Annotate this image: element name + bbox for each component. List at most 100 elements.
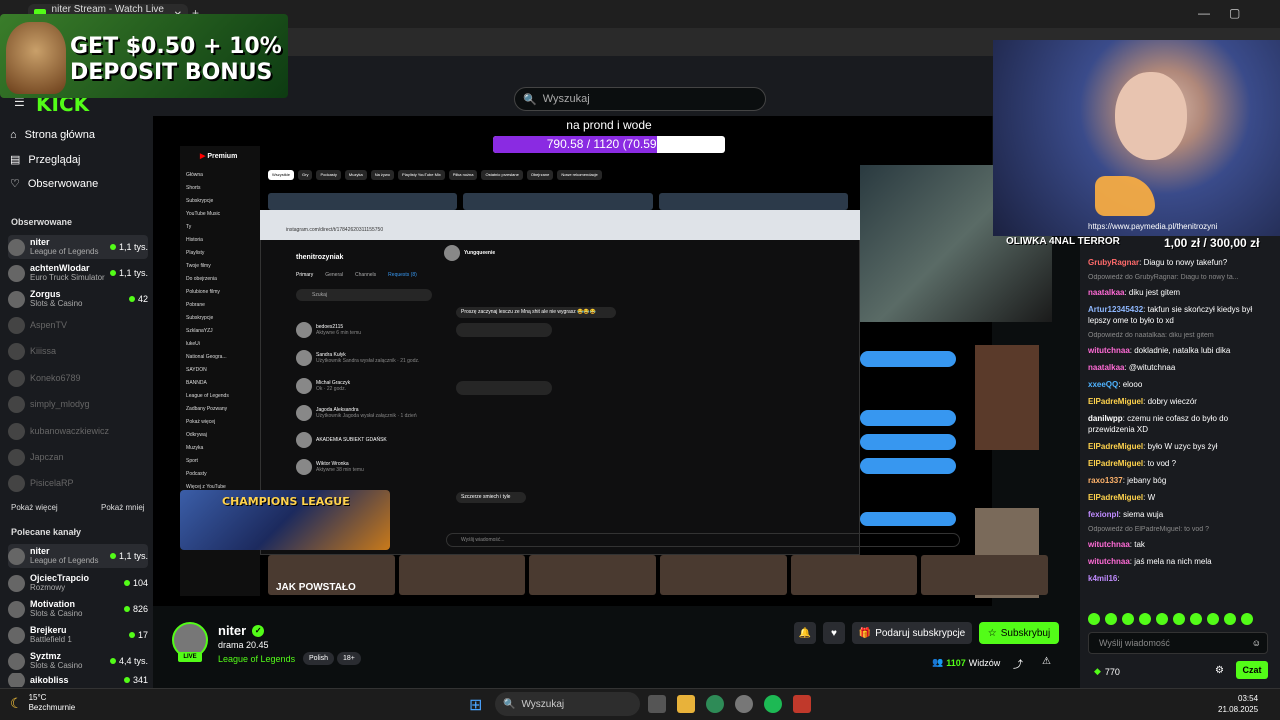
instagram-chat-item[interactable]: bedoes2115 Aktywne 6 min temu xyxy=(296,322,361,338)
youtube-sidebar-item[interactable]: SzklanaYZJ xyxy=(186,328,256,338)
streamer-name[interactable]: niter xyxy=(218,623,246,638)
minimize-icon[interactable]: — xyxy=(1198,6,1210,20)
youtube-sidebar-item[interactable]: Historia xyxy=(186,237,256,247)
chat-username[interactable]: Artur12345432 xyxy=(1088,305,1143,314)
youtube-chip[interactable]: Ostatnio przesłane xyxy=(481,170,523,180)
recommended-channel[interactable]: Brejkeru Battlefield 1 17 xyxy=(8,623,148,647)
youtube-sidebar-item[interactable]: Subskrypcje xyxy=(186,198,256,208)
chat-input[interactable]: Wyślij wiadomość ☺ xyxy=(1088,632,1268,654)
chat-username[interactable]: GrubyRagnar xyxy=(1088,258,1139,267)
nav-following[interactable]: ♡ Obserwowane xyxy=(10,177,98,191)
emoji-icon[interactable]: ☺ xyxy=(1252,638,1261,648)
video-thumbnail[interactable] xyxy=(790,555,918,595)
followed-channel[interactable]: achtenWlodar Euro Truck Simulator 1,1 tys… xyxy=(8,261,148,285)
show-more-link[interactable]: Pokaż więcej xyxy=(11,503,58,512)
weather-widget[interactable]: ☾ 15°C Bezchmurnie xyxy=(10,693,75,713)
emote-icon[interactable] xyxy=(1207,613,1219,625)
youtube-sidebar-item[interactable]: Twoje filmy xyxy=(186,263,256,273)
file-explorer-icon[interactable] xyxy=(677,695,695,713)
emote-icon[interactable] xyxy=(1122,613,1134,625)
chat-username[interactable]: raxo1337 xyxy=(1088,476,1123,485)
followed-channel-offline[interactable]: PisicelaRP xyxy=(8,471,148,495)
chat-username[interactable]: witutchnaa xyxy=(1088,346,1130,355)
youtube-sidebar-item[interactable]: Playlisty xyxy=(186,250,256,260)
followed-channel[interactable]: niter League of Legends 1,1 tys. xyxy=(8,235,148,259)
youtube-chip[interactable]: Nowe rekomendacje xyxy=(557,170,602,180)
share-icon[interactable]: ⤴ xyxy=(1013,656,1023,671)
youtube-sidebar-item[interactable]: Pobrane xyxy=(186,302,256,312)
channel-points[interactable]: ◆ 770 xyxy=(1094,666,1120,677)
youtube-sidebar-item[interactable]: Sport xyxy=(186,458,256,468)
stream-category[interactable]: League of Legends xyxy=(218,654,295,664)
youtube-sidebar-item[interactable]: Polubione filmy xyxy=(186,289,256,299)
voice-message[interactable] xyxy=(456,381,552,395)
instagram-message-input[interactable]: Wyślij wiadomość... xyxy=(446,533,960,547)
youtube-sidebar-item[interactable]: SAYDON xyxy=(186,367,256,377)
maximize-icon[interactable]: ▢ xyxy=(1229,6,1240,20)
recommended-channel[interactable]: Motivation Slots & Casino 826 xyxy=(8,597,148,621)
youtube-sidebar-item[interactable]: Muzyka xyxy=(186,445,256,455)
emote-icon[interactable] xyxy=(1156,613,1168,625)
recommended-channel[interactable]: OjciecTrapcio Rozmowy 104 xyxy=(8,571,148,595)
youtube-sidebar-item[interactable]: Do obejrzenia xyxy=(186,276,256,286)
voice-message-sent[interactable] xyxy=(860,410,956,426)
chat-username[interactable]: danilwpp xyxy=(1088,414,1123,423)
nav-home[interactable]: ⌂ Strona główna xyxy=(10,129,95,141)
tag-polish[interactable]: Polish xyxy=(303,652,335,665)
promo-banner[interactable]: GET $0.50 + 10% DEPOSIT BONUS xyxy=(0,14,288,98)
voice-message[interactable] xyxy=(456,323,552,337)
emote-icon[interactable] xyxy=(1139,613,1151,625)
video-thumbnail[interactable] xyxy=(921,555,1049,595)
voice-message-sent[interactable] xyxy=(860,351,956,367)
emote-icon[interactable] xyxy=(1173,613,1185,625)
youtube-chip[interactable]: Na żywo xyxy=(370,170,395,180)
steam-icon[interactable] xyxy=(735,695,753,713)
youtube-sidebar-item[interactable]: Zadbany Pozwany xyxy=(186,406,256,416)
instagram-search[interactable]: Szukaj xyxy=(296,289,432,301)
emote-icon[interactable] xyxy=(1088,613,1100,625)
chat-username[interactable]: naatalkaa xyxy=(1088,363,1124,372)
notification-bell-icon[interactable]: 🔔 xyxy=(794,622,816,644)
instagram-chat-item[interactable]: Wiktor Wronka Aktywne 38 min temu xyxy=(296,459,364,475)
video-thumbnail[interactable] xyxy=(660,555,787,595)
followed-channel-offline[interactable]: kubanowaczkiewicz xyxy=(8,419,148,443)
youtube-chip[interactable]: Gry xyxy=(298,170,313,180)
youtube-sidebar-item[interactable]: Podcasty xyxy=(186,471,256,481)
emote-icon[interactable] xyxy=(1190,613,1202,625)
voice-message-sent[interactable] xyxy=(860,458,956,474)
chat-username[interactable]: ElPadreMiguel xyxy=(1088,459,1143,468)
task-view-icon[interactable] xyxy=(648,695,666,713)
youtube-sidebar-item[interactable]: Ty xyxy=(186,224,256,234)
youtube-chip[interactable]: Playlisty YouTube Mix xyxy=(398,170,445,180)
taskbar-clock[interactable]: 03:54 21.08.2025 xyxy=(1218,693,1258,715)
nav-browse[interactable]: ▤ Przeglądaj xyxy=(10,153,80,167)
video-thumbnail[interactable] xyxy=(398,555,526,595)
youtube-chip[interactable]: Podcasty xyxy=(316,170,341,180)
youtube-sidebar-item[interactable]: YouTube Music xyxy=(186,211,256,221)
voice-message-sent[interactable] xyxy=(860,512,956,526)
search-input[interactable]: 🔍 Wyszukaj xyxy=(514,87,766,111)
instagram-chat-item[interactable]: Michał Graczyk Ok · 22 godz. xyxy=(296,378,350,394)
video-thumbnail[interactable] xyxy=(268,193,458,210)
tab-general[interactable]: General xyxy=(325,272,343,278)
tab-primary[interactable]: Primary xyxy=(296,272,313,278)
voice-message-sent[interactable] xyxy=(860,434,956,450)
emote-icon[interactable] xyxy=(1105,613,1117,625)
instagram-chat-item[interactable]: Jagoda Aleksandra Użytkownik Jagoda wysła… xyxy=(296,405,417,421)
chat-username[interactable]: witutchnaa xyxy=(1088,557,1130,566)
youtube-sidebar-item[interactable]: Pokaż więcej xyxy=(186,419,256,429)
youtube-sidebar-item[interactable]: Odkrywaj xyxy=(186,432,256,442)
emote-icon[interactable] xyxy=(1224,613,1236,625)
instagram-url[interactable]: instagram.com/direct/t/17842620311155750 xyxy=(286,227,383,233)
chat-username[interactable]: ElPadreMiguel xyxy=(1088,397,1143,406)
subscribe-button[interactable]: ☆ Subskrybuj xyxy=(979,622,1059,644)
followed-channel-offline[interactable]: Koneko6789 xyxy=(8,366,148,390)
video-thumbnail[interactable]: JAK POWSTAŁO xyxy=(268,555,395,595)
recommended-channel[interactable]: aikobliss 341 xyxy=(8,673,148,687)
instagram-chat-item[interactable]: Sandra Kułyk Użytkownik Sandra wysłał zał… xyxy=(296,350,419,366)
gift-sub-button[interactable]: 🎁 Podaruj subskrypcje xyxy=(852,622,972,644)
chrome-icon[interactable] xyxy=(706,695,724,713)
video-thumbnail[interactable] xyxy=(463,193,653,210)
followed-channel-offline[interactable]: simply_mlodyg xyxy=(8,392,148,416)
chat-send-button[interactable]: Czat xyxy=(1236,661,1268,679)
